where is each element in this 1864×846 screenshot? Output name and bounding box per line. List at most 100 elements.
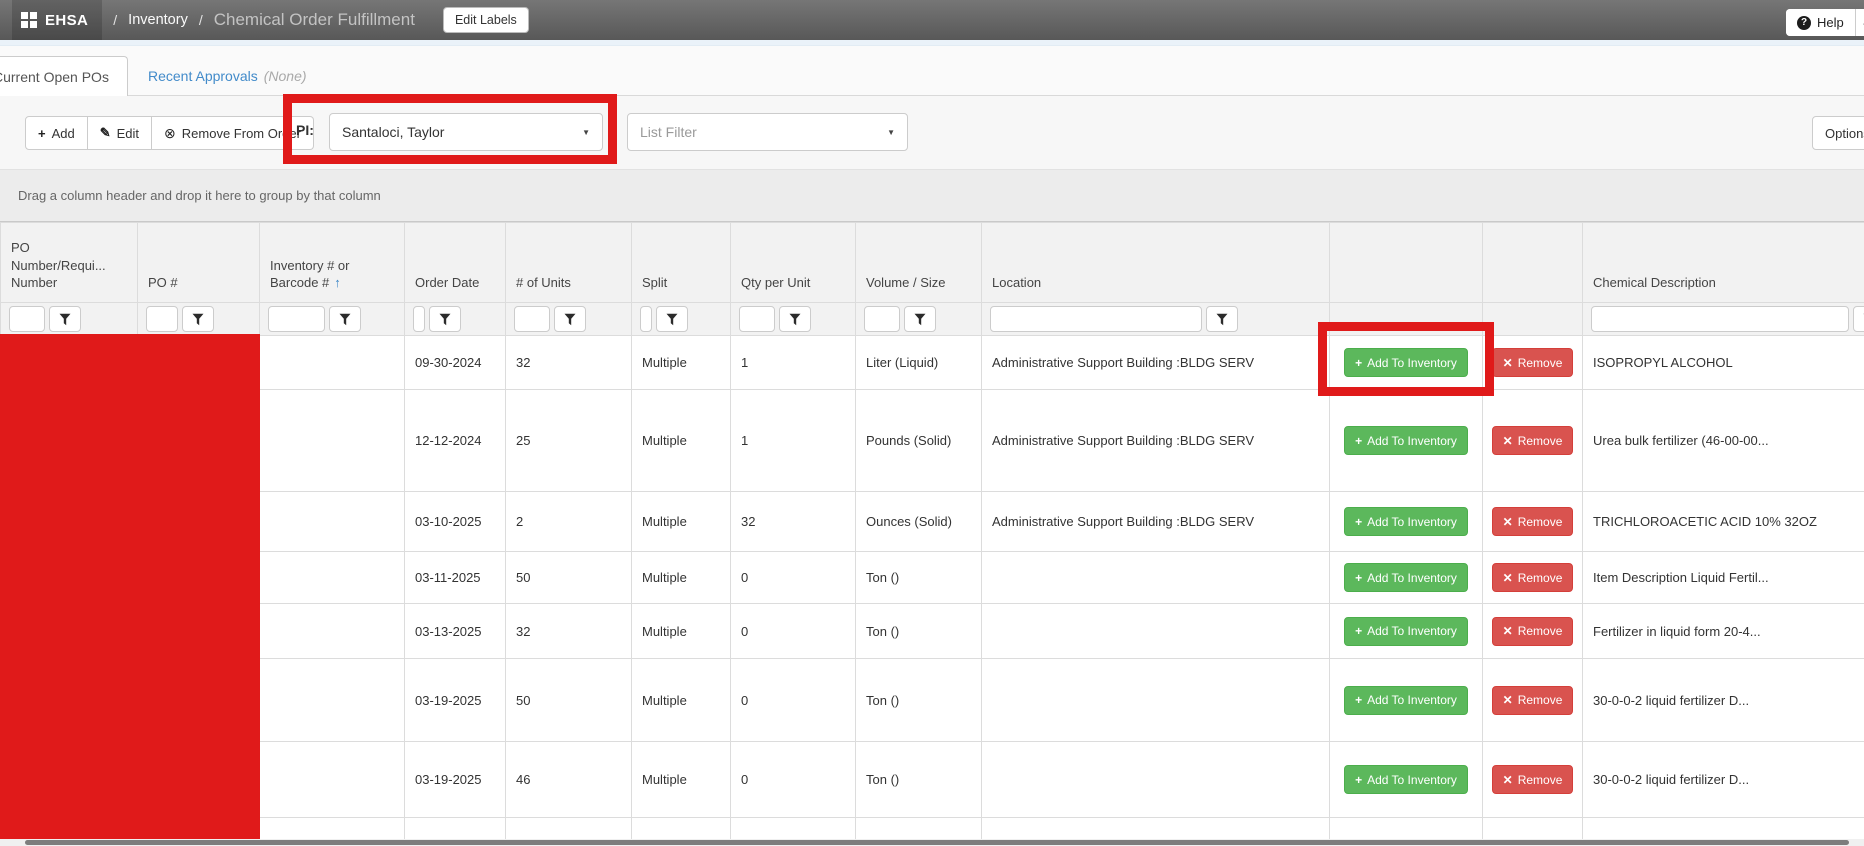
add-to-inventory-button[interactable]: +Add To Inventory [1344, 507, 1468, 536]
chevron-down-icon: ▼ [887, 128, 895, 137]
scrollbar-thumb[interactable] [25, 840, 1849, 845]
tab-current-open-pos[interactable]: Current Open POs [0, 56, 128, 96]
options-button[interactable]: Options ▼ [1812, 116, 1864, 150]
column-header-chemical_description[interactable]: Chemical Description [1583, 223, 1864, 303]
filter-input-chemical_description[interactable] [1591, 306, 1849, 332]
filter-input-location[interactable] [990, 306, 1202, 332]
group-by-drop-zone[interactable]: Drag a column header and drop it here to… [0, 170, 1864, 222]
column-header-add_action[interactable] [1330, 223, 1483, 303]
x-icon: ✕ [1503, 434, 1513, 448]
horizontal-scrollbar[interactable] [0, 839, 1864, 846]
cell-add_action: +Add To Inventory [1330, 659, 1483, 742]
column-header-remove_action[interactable] [1483, 223, 1583, 303]
column-header-label: Volume / Size [866, 275, 946, 290]
add-to-inventory-button[interactable]: +Add To Inventory [1344, 765, 1468, 794]
cell-split: Multiple [632, 659, 731, 742]
plus-icon: + [38, 126, 46, 141]
help-button[interactable]: ? Help [1786, 9, 1856, 36]
add-to-inventory-button[interactable]: +Add To Inventory [1344, 686, 1468, 715]
column-header-po_number[interactable]: PO # [138, 223, 260, 303]
filter-button-po_number[interactable] [182, 306, 214, 332]
column-header-num_units[interactable]: # of Units [506, 223, 632, 303]
help-button-group: ? Help – [1786, 9, 1864, 36]
filter-cell-num_units [506, 303, 632, 336]
filter-button-num_units[interactable] [554, 306, 586, 332]
add-to-inventory-button[interactable]: +Add To Inventory [1344, 617, 1468, 646]
app-logo[interactable]: EHSA [12, 0, 102, 40]
remove-button[interactable]: ✕Remove [1492, 507, 1574, 536]
add-to-inventory-button-label: Add To Inventory [1367, 624, 1457, 638]
filter-input-po_number[interactable] [146, 306, 178, 332]
filter-input-split[interactable] [640, 306, 652, 332]
filter-funnel-icon [439, 313, 451, 326]
filter-cell-chemical_description [1583, 303, 1864, 336]
filter-cell-location [982, 303, 1330, 336]
filter-input-po_requisition[interactable] [9, 306, 45, 332]
column-header-volume_size[interactable]: Volume / Size [856, 223, 982, 303]
column-header-label: Qty per Unit [741, 275, 810, 290]
remove-button[interactable]: ✕Remove [1492, 348, 1574, 377]
filter-button-volume_size[interactable] [904, 306, 936, 332]
column-header-qty_per_unit[interactable]: Qty per Unit [731, 223, 856, 303]
table-row: 03-19-202546Multiple0Ton ()+Add To Inven… [1, 742, 1864, 818]
column-header-inventory_barcode[interactable]: Inventory # or Barcode #↑ [260, 223, 405, 303]
cell-add_action: +Add To Inventory [1330, 390, 1483, 492]
add-to-inventory-button-label: Add To Inventory [1367, 571, 1457, 585]
filter-button-chemical_description[interactable] [1853, 306, 1864, 332]
add-button[interactable]: + Add [25, 116, 88, 150]
filter-button-location[interactable] [1206, 306, 1238, 332]
filter-cell-remove_action [1483, 303, 1583, 336]
header-cutoff-button[interactable]: – [1856, 9, 1864, 36]
cell-qty_per_unit: 1 [731, 336, 856, 390]
filter-button-po_requisition[interactable] [49, 306, 81, 332]
filter-cell-po_number [138, 303, 260, 336]
cell-chemical_description: 30-0-0-2 liquid fertilizer D... [1583, 659, 1864, 742]
cell-inventory_barcode [260, 336, 405, 390]
filter-input-qty_per_unit[interactable] [739, 306, 775, 332]
filter-input-volume_size[interactable] [864, 306, 900, 332]
filter-cell-po_requisition [1, 303, 138, 336]
list-filter-select[interactable]: List Filter ▼ [627, 113, 908, 151]
filter-button-split[interactable] [656, 306, 688, 332]
cell-num_units: 32 [506, 604, 632, 659]
edit-button-label: Edit [117, 126, 139, 141]
remove-button-label: Remove [1518, 773, 1563, 787]
edit-labels-button[interactable]: Edit Labels [443, 7, 529, 33]
toolbar-button-group: + Add ✎ Edit ⊗ Remove From Order [25, 116, 314, 150]
breadcrumb-inventory[interactable]: Inventory [128, 12, 188, 28]
column-header-split[interactable]: Split [632, 223, 731, 303]
filter-button-inventory_barcode[interactable] [329, 306, 361, 332]
filter-input-inventory_barcode[interactable] [268, 306, 325, 332]
x-icon: ✕ [1503, 773, 1513, 787]
column-header-location[interactable]: Location [982, 223, 1330, 303]
remove-button[interactable]: ✕Remove [1492, 426, 1574, 455]
filter-input-num_units[interactable] [514, 306, 550, 332]
tab-recent-approvals[interactable]: Recent Approvals (None) [148, 56, 307, 96]
remove-button[interactable]: ✕ Remove [1492, 765, 1574, 794]
cell-remove_action: ✕Remove [1483, 552, 1583, 604]
cell-inventory_barcode [260, 659, 405, 742]
tab-recent-approvals-label: Recent Approvals [148, 68, 258, 84]
remove-button-label: Remove [1518, 515, 1563, 529]
options-button-label: Options [1825, 126, 1864, 141]
cell-num_units: 50 [506, 552, 632, 604]
group-by-hint: Drag a column header and drop it here to… [18, 188, 381, 203]
column-header-order_date[interactable]: Order Date [405, 223, 506, 303]
column-header-label: PO # [148, 275, 178, 290]
cell-volume_size: Ton () [856, 604, 982, 659]
filter-button-order_date[interactable] [429, 306, 461, 332]
remove-button[interactable]: ✕Remove [1492, 686, 1574, 715]
table-row: 03-19-202550Multiple0Ton ()+Add To Inven… [1, 659, 1864, 742]
add-to-inventory-button[interactable]: +Add To Inventory [1344, 426, 1468, 455]
filter-cell-split [632, 303, 731, 336]
column-header-po_requisition[interactable]: PO Number/Requi... Number [1, 223, 138, 303]
add-to-inventory-button[interactable]: +Add To Inventory [1344, 563, 1468, 592]
filter-button-qty_per_unit[interactable] [779, 306, 811, 332]
remove-button[interactable]: ✕Remove [1492, 617, 1574, 646]
breadcrumb-separator: / [113, 12, 117, 28]
filter-input-order_date[interactable] [413, 306, 425, 332]
remove-button[interactable]: ✕Remove [1492, 563, 1574, 592]
grid-filter-row [1, 303, 1864, 336]
edit-button[interactable]: ✎ Edit [88, 116, 152, 150]
app-window: EHSA / Inventory / Chemical Order Fulfil… [0, 0, 1864, 846]
